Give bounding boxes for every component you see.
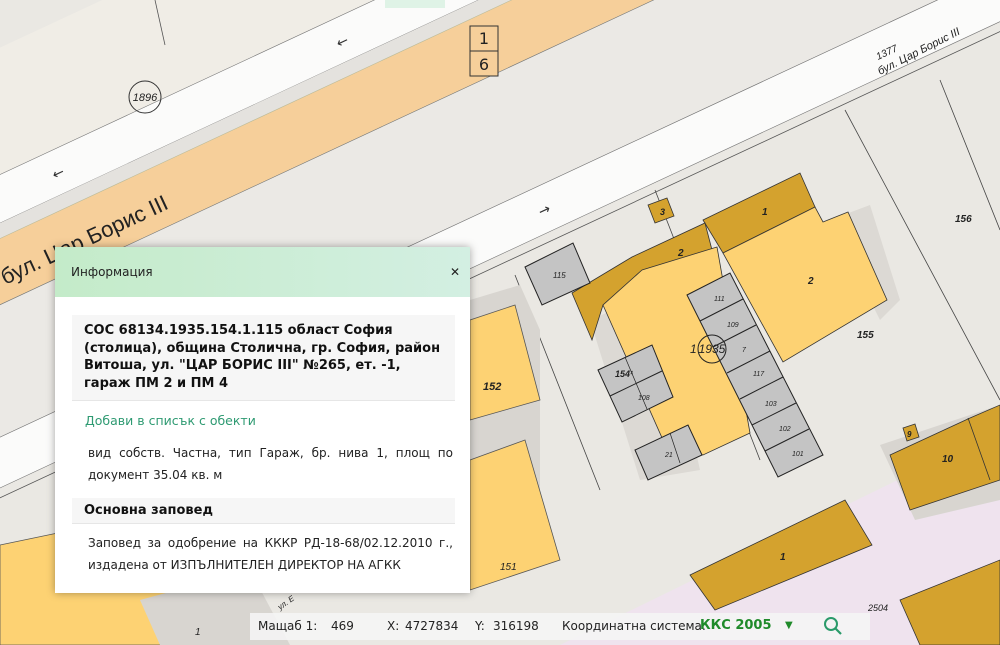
building-1-bottom-left: 1	[195, 627, 201, 638]
garage-111: 111	[714, 296, 725, 303]
building-1: 1	[762, 207, 768, 218]
status-bar: Мащаб 1: 469 X: 4727834 Y: 316198 Коорди…	[250, 613, 870, 640]
garage-117: 117	[753, 371, 765, 378]
building-9: 9	[907, 430, 912, 439]
parcel-152: 152	[483, 381, 501, 393]
building-2-right: 2	[807, 276, 814, 287]
add-to-list-link[interactable]: Добави в списък с обекти	[85, 413, 470, 428]
parcel-156: 156	[955, 214, 972, 225]
order-text: Заповед за одобрение на КККР РД-18-68/02…	[88, 536, 453, 572]
road-number-top: 1	[479, 29, 489, 48]
x-label: X:	[387, 619, 400, 633]
object-description: вид собств. Частна, тип Гараж, бр. нива …	[88, 446, 453, 482]
garage-154: 154¹	[615, 369, 633, 379]
building-10: 10	[942, 454, 954, 465]
parcel-151: 151	[500, 562, 517, 573]
popup-title: Информация	[71, 265, 153, 279]
caret-down-icon[interactable]: ▼	[785, 620, 793, 631]
crs-value[interactable]: ККС 2005	[700, 618, 772, 633]
building-3: 3	[660, 207, 665, 217]
parcel-155: 155	[857, 330, 874, 341]
section-title: Основна заповед	[72, 498, 455, 524]
garage-109: 109	[727, 322, 739, 329]
y-value: 316198	[493, 619, 539, 633]
close-icon[interactable]: ✕	[450, 265, 460, 279]
garage-103: 103	[765, 401, 777, 408]
x-value: 4727834	[405, 619, 459, 633]
y-label: Y:	[475, 619, 485, 633]
garage-102: 102	[779, 426, 791, 433]
garage-21: 21	[664, 452, 673, 459]
building-1-bottom: 1	[780, 552, 786, 563]
parcel-1896: 1896	[133, 92, 158, 104]
info-popup: Информация ✕ СОС 68134.1935.154.1.115 об…	[55, 247, 470, 593]
parcel-2504: 2504	[867, 603, 888, 613]
garage-101: 101	[792, 451, 804, 458]
scale-value: 469	[331, 619, 354, 633]
scale-label: Мащаб 1:	[258, 619, 318, 633]
garage-108: 108	[638, 395, 650, 402]
parcel-1935-prefix: 1	[690, 342, 697, 356]
object-heading: СОС 68134.1935.154.1.115 област София (с…	[72, 315, 455, 401]
parcel-1935: 1935	[699, 342, 726, 356]
garage-115: 115	[553, 271, 566, 280]
popup-header: Информация ✕	[55, 247, 470, 297]
search-icon[interactable]	[823, 616, 843, 639]
road-number-bottom: 6	[479, 55, 489, 74]
crs-label: Координатна система:	[562, 619, 706, 633]
